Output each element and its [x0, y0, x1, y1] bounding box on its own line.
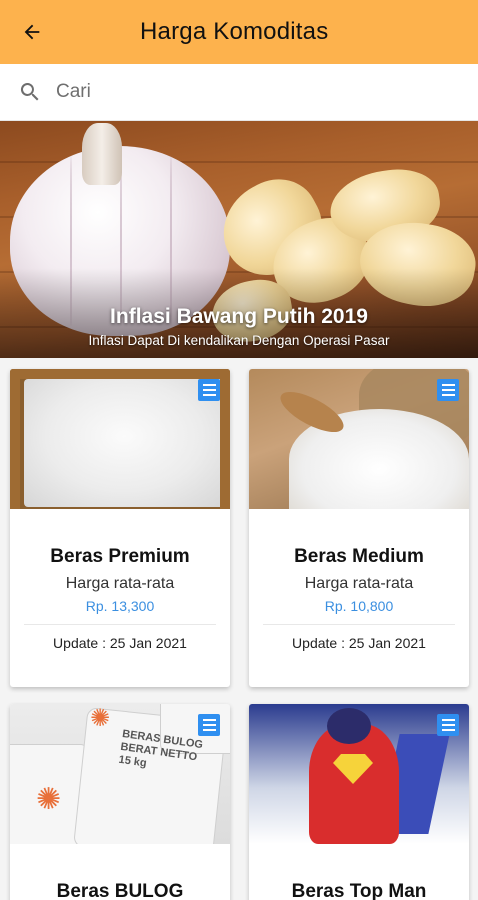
- update-date: Update : 25 Jan 2021: [53, 635, 187, 651]
- rice-sack-image: [249, 369, 469, 509]
- price-label: Harga rata-rata: [65, 575, 175, 592]
- search-bar: [0, 64, 478, 121]
- menu-icon[interactable]: [198, 379, 220, 401]
- rice-tray-image: [10, 369, 230, 509]
- search-icon[interactable]: [0, 64, 56, 121]
- bulog-sacks-image: ✺ ✺ BERAS BULOG BERAT NETTO 15 kg: [10, 704, 230, 844]
- menu-icon[interactable]: [437, 714, 459, 736]
- top-man-image: [249, 704, 469, 844]
- search-input[interactable]: [56, 72, 456, 112]
- commodity-name: Beras Premium: [50, 546, 190, 567]
- banner-subtitle: Inflasi Dapat Di kendalikan Dengan Opera…: [88, 333, 390, 348]
- commodity-card-beras-medium[interactable]: Beras Medium Harga rata-rata Rp. 10,800 …: [249, 369, 469, 687]
- menu-icon[interactable]: [437, 379, 459, 401]
- app-bar: Harga Komoditas: [0, 0, 478, 64]
- app-screen: Harga Komoditas Inflasi Bawang Putih 201…: [0, 0, 478, 900]
- back-button[interactable]: [0, 0, 64, 64]
- arrow-left-icon: [24, 24, 40, 40]
- commodity-name: Beras Medium: [294, 546, 424, 567]
- divider: [24, 624, 216, 625]
- price-value: Rp. 10,800: [324, 598, 394, 614]
- promo-banner[interactable]: Inflasi Bawang Putih 2019 Inflasi Dapat …: [0, 121, 478, 358]
- commodity-card-beras-premium[interactable]: Beras Premium Harga rata-rata Rp. 13,300…: [10, 369, 230, 687]
- menu-icon[interactable]: [198, 714, 220, 736]
- update-date: Update : 25 Jan 2021: [292, 635, 426, 651]
- commodity-name: Beras BULOG: [56, 881, 184, 900]
- commodity-name: Beras Top Man: [291, 881, 427, 900]
- commodity-card-beras-bulog[interactable]: ✺ ✺ BERAS BULOG BERAT NETTO 15 kg Beras …: [10, 704, 230, 900]
- divider: [263, 624, 455, 625]
- page-title: Harga Komoditas: [140, 18, 329, 45]
- banner-title: Inflasi Bawang Putih 2019: [110, 305, 368, 328]
- price-value: Rp. 13,300: [85, 598, 155, 614]
- commodity-card-beras-top-man[interactable]: Beras Top Man: [249, 704, 469, 900]
- price-label: Harga rata-rata: [304, 575, 414, 592]
